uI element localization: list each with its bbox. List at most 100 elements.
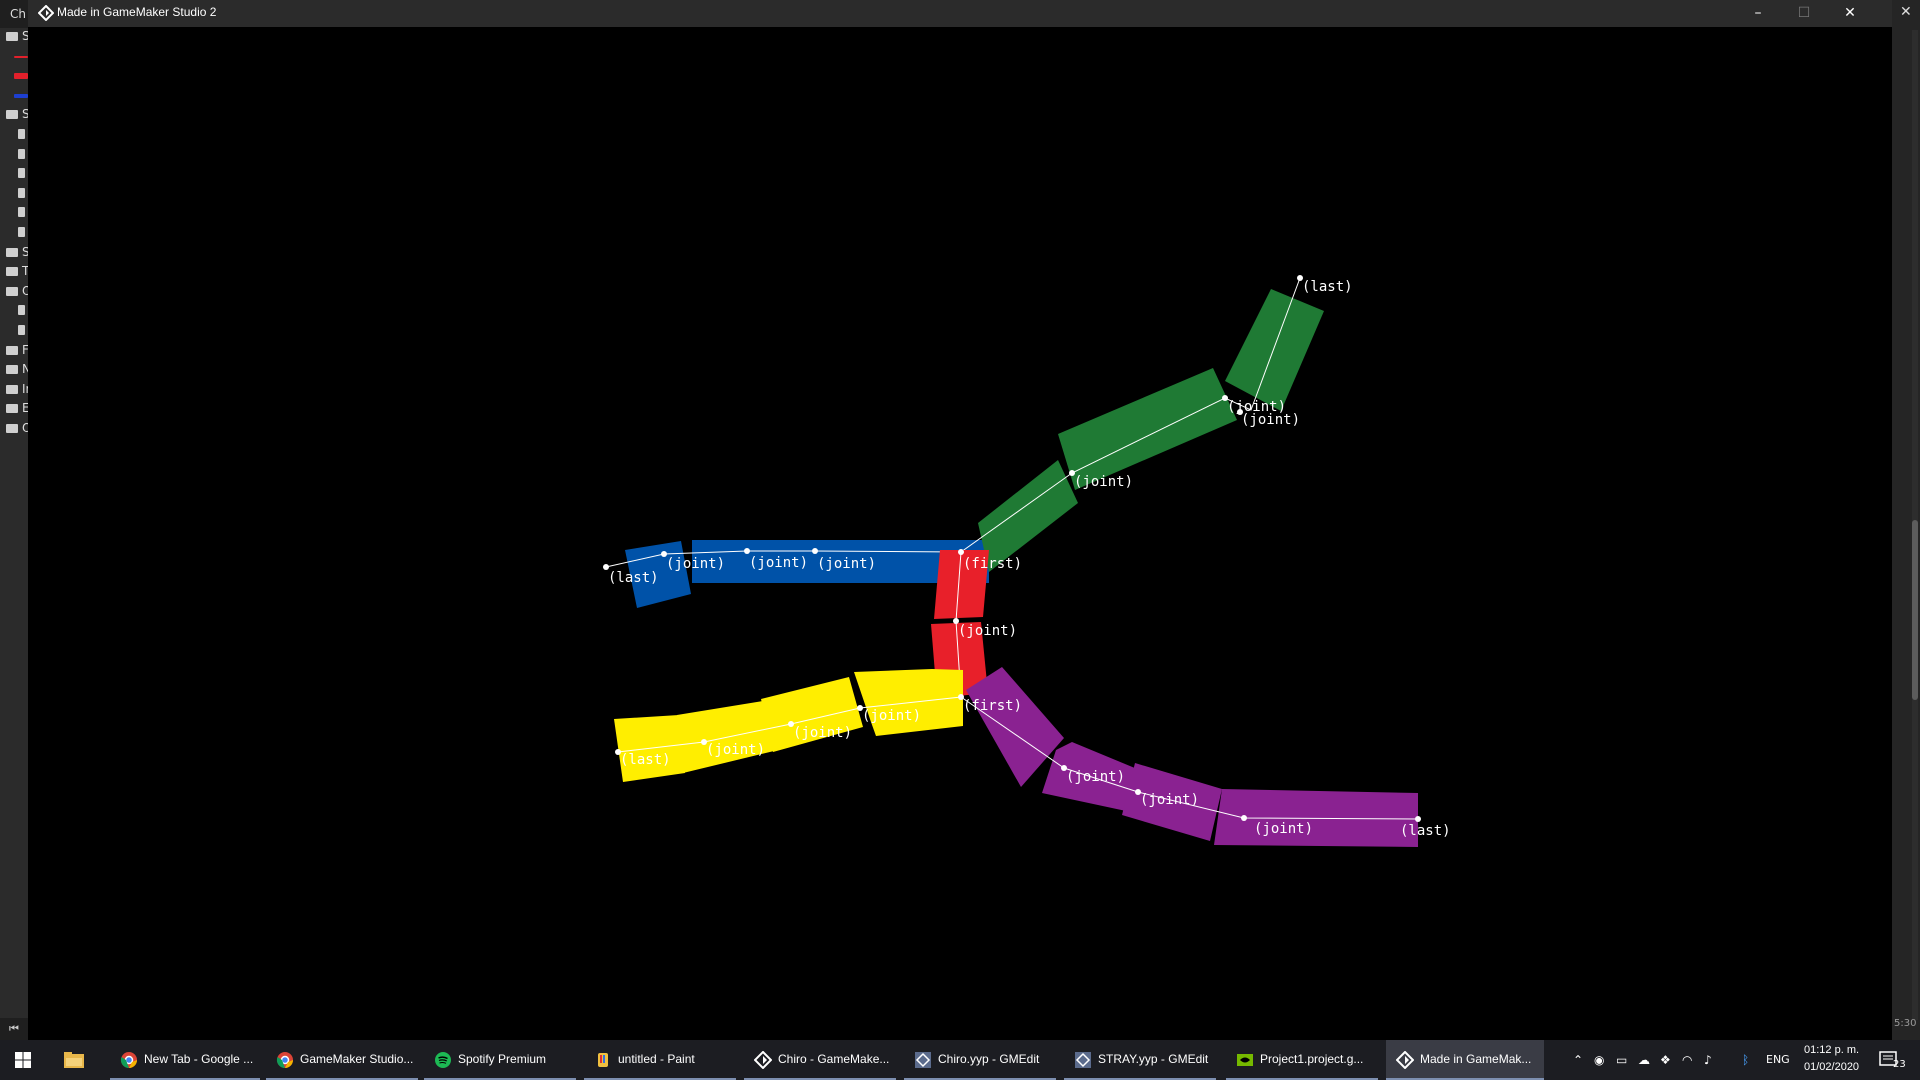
- ide-tree-item[interactable]: [0, 87, 28, 107]
- yellow-segment: [677, 701, 774, 773]
- purple-arm: [960, 667, 1419, 847]
- ide-tree-item[interactable]: [0, 126, 28, 146]
- taskbar-app[interactable]: Spotify Premium: [424, 1040, 576, 1080]
- ide-tree-item[interactable]: [0, 146, 28, 166]
- time-snippet: 5:30: [1894, 1018, 1917, 1029]
- minimize-button[interactable]: –: [1735, 0, 1781, 27]
- joint-dot[interactable]: [958, 549, 964, 555]
- folder-icon: [6, 423, 18, 433]
- ide-tree-item[interactable]: [0, 67, 28, 87]
- gmedit-icon: [1075, 1052, 1091, 1068]
- file-icon: [18, 148, 25, 159]
- clock-date[interactable]: 01/02/2020: [1804, 1061, 1859, 1073]
- clock-time[interactable]: 01:12 p. m.: [1804, 1044, 1859, 1056]
- ide-tree-item[interactable]: [0, 204, 28, 224]
- window-titlebar[interactable]: Made in GameMaker Studio 2 – ☐ ✕: [28, 0, 1892, 27]
- ide-tree-item[interactable]: F: [0, 342, 28, 362]
- taskbar-app-label: GameMaker Studio...: [300, 1052, 414, 1066]
- folder-icon: [6, 32, 18, 41]
- ide-tree-item[interactable]: S: [0, 106, 28, 126]
- ide-tree-item[interactable]: O: [0, 420, 28, 440]
- file-icon: [18, 168, 25, 179]
- label-joint: (joint): [706, 742, 765, 758]
- ide-tree-item[interactable]: [0, 185, 28, 205]
- window-title: Made in GameMaker Studio 2: [57, 5, 217, 19]
- label-joint: (joint): [1066, 769, 1125, 785]
- sprite-thumb-icon: [14, 93, 28, 98]
- dropbox-icon[interactable]: ❖: [1660, 1053, 1671, 1067]
- taskbar-app[interactable]: New Tab - Google ...: [110, 1040, 260, 1080]
- taskbar-app[interactable]: Chiro.yyp - GMEdit: [904, 1040, 1056, 1080]
- ide-tree-item[interactable]: [0, 224, 28, 244]
- game-window: Made in GameMaker Studio 2 – ☐ ✕ (last) …: [28, 0, 1892, 1040]
- taskbar-app[interactable]: STRAY.yyp - GMEdit: [1064, 1040, 1216, 1080]
- file-icon: [18, 305, 25, 316]
- paint-icon: [598, 1053, 608, 1067]
- taskbar-app-label: untitled - Paint: [618, 1052, 695, 1066]
- ide-tree-item[interactable]: E: [0, 400, 28, 420]
- cloud-icon[interactable]: ☁: [1638, 1053, 1650, 1067]
- chrome-icon: [120, 1052, 137, 1069]
- label-joint: (joint): [793, 725, 852, 741]
- sprite-thumb-icon: [14, 73, 28, 80]
- ide-tree-item[interactable]: [0, 322, 28, 342]
- folder-icon: [6, 110, 18, 120]
- taskbar-app[interactable]: Project1.project.g...: [1226, 1040, 1378, 1080]
- battery-icon[interactable]: ▭: [1616, 1053, 1627, 1067]
- ide-tree-item[interactable]: S: [0, 244, 28, 264]
- game-canvas[interactable]: (last) (joint) (joint) (joint) (first) (…: [28, 27, 1892, 1040]
- ide-left-panel: Ch SSSTOFNInEO: [0, 0, 29, 1040]
- language-indicator[interactable]: ENG: [1766, 1053, 1790, 1066]
- nvidia-icon: [1237, 1054, 1253, 1066]
- label-joint: (joint): [1241, 412, 1300, 428]
- joint-dot[interactable]: [744, 548, 750, 554]
- taskbar-app[interactable]: GameMaker Studio...: [266, 1040, 418, 1080]
- close-button[interactable]: ✕: [1827, 0, 1873, 27]
- rewind-icon[interactable]: ⏮: [0, 1018, 28, 1040]
- taskbar-app[interactable]: untitled - Paint: [584, 1040, 736, 1080]
- start-button[interactable]: [0, 1040, 46, 1080]
- close-icon[interactable]: ✕: [1900, 4, 1912, 20]
- volume-icon[interactable]: ♪: [1704, 1053, 1712, 1067]
- file-icon: [18, 324, 25, 335]
- label-last: (last): [620, 752, 671, 768]
- ide-tree-item[interactable]: In: [0, 381, 28, 401]
- label-joint: (joint): [749, 555, 808, 571]
- bluetooth-icon[interactable]: ᛒ: [1742, 1053, 1749, 1067]
- joint-dot[interactable]: [1241, 815, 1247, 821]
- label-joint: (joint): [1140, 792, 1199, 808]
- taskbar-app-label: Spotify Premium: [458, 1052, 547, 1066]
- ide-tree-item[interactable]: [0, 48, 28, 68]
- ide-right-panel: ✕ 5:30: [1892, 0, 1920, 1040]
- ide-tree-item[interactable]: T: [0, 263, 28, 283]
- folder-icon: [6, 267, 18, 277]
- file-explorer-button[interactable]: [54, 1040, 94, 1080]
- file-icon: [18, 187, 25, 198]
- joint-dot[interactable]: [812, 548, 818, 554]
- ide-tree-item[interactable]: O: [0, 283, 28, 303]
- steam-icon[interactable]: ◉: [1594, 1053, 1604, 1067]
- label-joint: (joint): [1254, 821, 1313, 837]
- ide-tree-item[interactable]: [0, 302, 28, 322]
- label-joint: (joint): [666, 556, 725, 572]
- ide-tree-item[interactable]: S: [0, 28, 28, 48]
- ide-tab-label[interactable]: Ch: [0, 0, 28, 28]
- maximize-button[interactable]: ☐: [1781, 0, 1827, 27]
- folder-icon: [6, 286, 18, 296]
- joint-dot[interactable]: [1415, 816, 1421, 822]
- system-tray: ⌃ ◉ ▭ ☁ ❖ ◠ ♪ ᛒ: [1570, 1040, 1920, 1080]
- chevron-up-icon[interactable]: ⌃: [1573, 1053, 1583, 1067]
- taskbar-app[interactable]: Made in GameMak...: [1386, 1040, 1544, 1080]
- file-icon: [18, 226, 25, 237]
- ide-tree-item[interactable]: N: [0, 361, 28, 381]
- label-joint: (joint): [958, 623, 1017, 639]
- green-segment: [1058, 368, 1237, 490]
- wifi-icon[interactable]: ◠: [1682, 1053, 1692, 1067]
- ide-tree-item[interactable]: [0, 165, 28, 185]
- taskbar: New Tab - Google ... GameMaker Studio... S…: [0, 1040, 1920, 1080]
- scrollbar-thumb[interactable]: [1912, 520, 1918, 700]
- taskbar-app[interactable]: Chiro - GameMake...: [744, 1040, 896, 1080]
- label-first: (first): [963, 556, 1022, 572]
- label-last: (last): [1302, 279, 1353, 295]
- folder-icon: [64, 1052, 84, 1068]
